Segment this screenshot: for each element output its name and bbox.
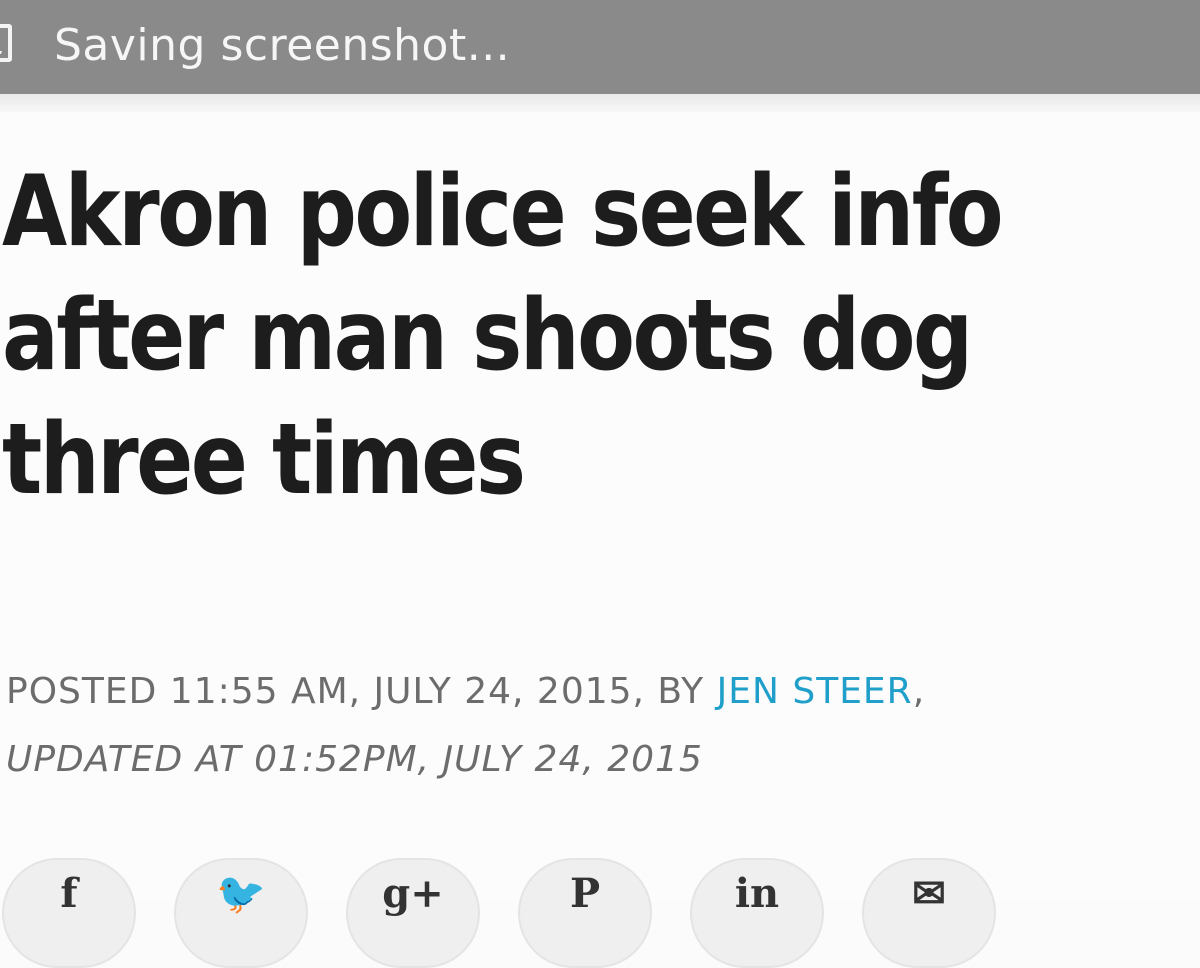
screenshot-icon: [0, 24, 12, 62]
article-byline: POSTED 11:55 AM, JULY 24, 2015, BY JEN S…: [6, 670, 925, 714]
share-bar: f 🐦 g+ P in ✉: [0, 858, 1200, 968]
share-linkedin-button[interactable]: in: [690, 858, 824, 968]
notification-text: Saving screenshot...: [54, 20, 511, 71]
share-twitter-button[interactable]: 🐦: [174, 858, 308, 968]
email-icon: ✉: [912, 870, 946, 917]
updated-date: UPDATED AT 01:52PM, JULY 24, 2015: [6, 739, 703, 780]
share-facebook-button[interactable]: f: [2, 858, 136, 968]
share-email-button[interactable]: ✉: [862, 858, 996, 968]
twitter-icon: 🐦: [216, 870, 266, 917]
google-plus-icon: g+: [382, 870, 444, 917]
share-google-plus-button[interactable]: g+: [346, 858, 480, 968]
facebook-icon: f: [60, 870, 78, 917]
byline-comma: ,: [912, 671, 926, 712]
linkedin-icon: in: [734, 870, 780, 917]
article-title: Akron police seek info after man shoots …: [2, 155, 1004, 517]
notification-bar: Saving screenshot...: [0, 0, 1200, 94]
posted-date: POSTED 11:55 AM, JULY 24, 2015, BY: [6, 671, 717, 712]
share-pinterest-button[interactable]: P: [518, 858, 652, 968]
author-link[interactable]: JEN STEER: [717, 671, 913, 712]
pinterest-icon: P: [569, 870, 601, 917]
notification-shadow: [0, 94, 1200, 112]
